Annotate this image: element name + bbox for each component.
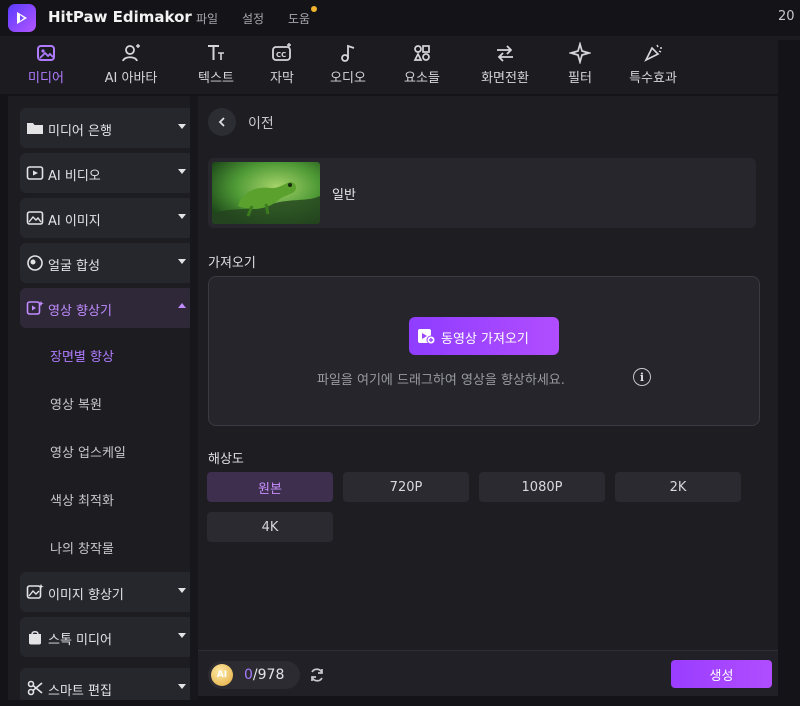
chevron-down-icon [178,214,186,219]
text-icon [203,40,229,66]
tab-filter[interactable]: 필터 [560,40,600,92]
stock-media-icon [26,628,44,646]
image-enhancer-icon [26,583,44,601]
credits-used: 0 [244,667,253,683]
media-icon [33,40,59,66]
info-icon[interactable]: i [633,368,651,386]
chevron-down-icon [178,259,186,264]
sidebar-divider [190,96,198,700]
tab-subtitle[interactable]: CC 자막 [262,40,302,92]
tab-audio[interactable]: 오디오 [322,40,374,92]
resolution-720p-button[interactable]: 720P [343,472,469,502]
back-label[interactable]: 이전 [248,113,274,133]
footer-bar: AI 0/978 생성 [198,650,778,696]
svg-text:CC: CC [276,51,286,59]
sidebar-item-media-bank[interactable]: 미디어 은행 [20,108,194,148]
chevron-down-icon [178,169,186,174]
sidebar-subitem-my-creations[interactable]: 나의 창작물 [50,538,114,557]
notification-dot [311,6,317,12]
chevron-down-icon [178,588,186,593]
drop-zone[interactable]: 동영상 가져오기 파일을 여기에 드래그하여 영상을 향상하세요. i [208,276,760,426]
audio-icon [335,40,361,66]
app-logo-icon [8,4,36,32]
menu-settings[interactable]: 설정 [242,10,264,27]
tab-effects[interactable]: 특수효과 [618,40,688,92]
sidebar-item-face-swap[interactable]: 얼굴 합성 [20,243,194,283]
refresh-icon[interactable] [308,666,326,684]
drop-hint-text: 파일을 여기에 드래그하여 영상을 향상하세요. [317,373,565,388]
sidebar-item-video-enhancer[interactable]: 영상 향상기 [20,288,194,328]
filter-icon [567,40,593,66]
tab-text[interactable]: 텍스트 [190,40,242,92]
window-edge [778,40,800,706]
import-video-icon [418,329,435,345]
smart-edit-icon [26,679,44,697]
chevron-down-icon [178,633,186,638]
ai-video-icon [26,164,44,182]
menu-help[interactable]: 도움 [288,10,310,27]
face-swap-icon [26,254,44,272]
main-toolbar: 미디어 AI 아바타 텍스트 CC 자막 오디오 요소들 화면전환 필터 특수효… [0,36,800,94]
resolution-1080p-button[interactable]: 1080P [479,472,605,502]
tab-media[interactable]: 미디어 [20,40,72,92]
tab-ai-avatar[interactable]: AI 아바타 [93,40,169,92]
credits-total: /978 [252,667,285,683]
model-card[interactable]: 일반 [208,158,756,228]
title-bar: HitPaw Edimakor 파일 설정 도움 20 [0,0,800,36]
sidebar-item-ai-video[interactable]: AI 비디오 [20,153,194,193]
ai-image-icon [26,209,44,227]
effects-icon [640,40,666,66]
elements-icon [409,40,435,66]
tab-transition[interactable]: 화면전환 [470,40,540,92]
import-section-label: 가져오기 [208,256,256,271]
sidebar-subitem-scene-enhance[interactable]: 장면별 향상 [50,346,114,365]
sidebar-subitem-color-optimize[interactable]: 색상 최적화 [50,490,114,509]
resolution-original-button[interactable]: 원본 [207,472,333,502]
sidebar-item-image-enhancer[interactable]: 이미지 향상기 [20,572,194,612]
sidebar-subitem-video-upscale[interactable]: 영상 업스케일 [50,442,126,461]
model-thumbnail [212,162,320,224]
resolution-2k-button[interactable]: 2K [615,472,741,502]
chevron-up-icon [178,303,186,308]
sidebar-item-smart-edit[interactable]: 스마트 편집 [20,668,194,700]
sidebar-item-ai-image[interactable]: AI 이미지 [20,198,194,238]
chevron-down-icon [178,124,186,129]
year-text: 20 [778,9,795,24]
sidebar-item-stock-media[interactable]: 스톡 미디어 [20,617,194,657]
resolution-4k-button[interactable]: 4K [207,512,333,542]
video-enhancer-icon [26,299,44,317]
credit-counter: AI 0/978 [208,661,300,689]
generate-button[interactable]: 생성 [671,660,772,688]
sidebar-subitem-video-restore[interactable]: 영상 복원 [50,394,102,413]
subtitle-icon: CC [269,40,295,66]
chevron-left-icon [218,117,225,127]
resolution-section-label: 해상도 [208,452,244,467]
coin-icon: AI [211,664,233,686]
folder-icon [26,119,44,137]
back-button[interactable] [208,108,236,136]
menu-file[interactable]: 파일 [196,10,218,27]
import-video-button[interactable]: 동영상 가져오기 [409,317,559,355]
sidebar: 미디어 은행 AI 비디오 AI 이미지 얼굴 합성 영상 향상기 장면별 향상… [8,96,198,700]
enhancer-panel: 이전 일반 가져오기 동영상 가져오기 파일을 여기에 드래그하여 영상을 향상… [198,96,778,696]
model-name: 일반 [332,188,356,203]
app-title: HitPaw Edimakor [48,8,192,26]
chevron-down-icon [178,684,186,689]
tab-elements[interactable]: 요소들 [396,40,448,92]
transition-icon [492,40,518,66]
avatar-icon [118,40,144,66]
